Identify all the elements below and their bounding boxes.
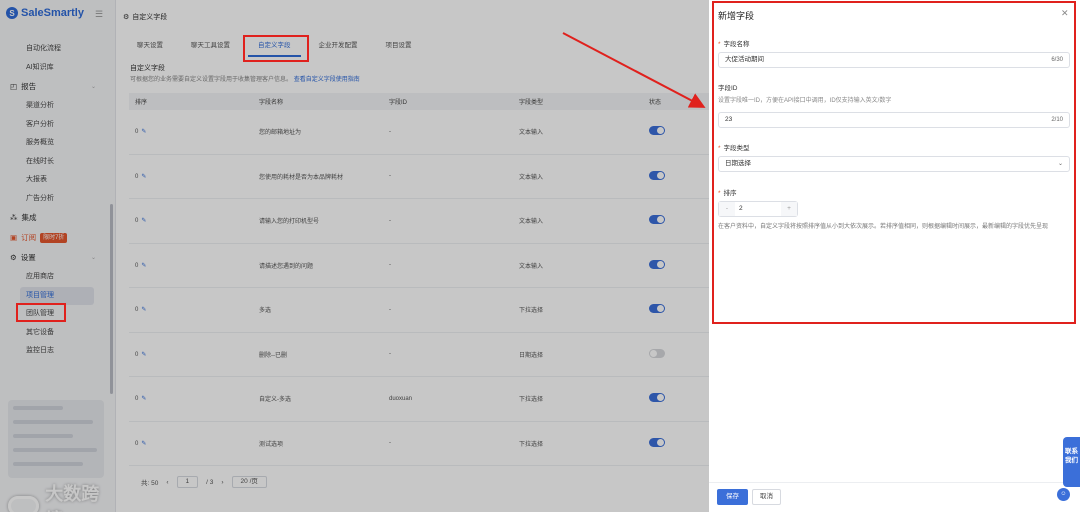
save-button[interactable]: 保存: [717, 489, 748, 505]
cancel-button[interactable]: 取消: [752, 489, 781, 505]
annotation-box-sidebar: [16, 303, 66, 322]
chat-icon[interactable]: ☺: [1057, 488, 1070, 501]
contact-us-button[interactable]: 联系我们: [1063, 437, 1080, 487]
drawer-footer-divider: [709, 482, 1080, 483]
annotation-box-tab: [243, 35, 309, 62]
annotation-box-drawer: [712, 1, 1076, 324]
modal-overlay[interactable]: [0, 0, 709, 512]
